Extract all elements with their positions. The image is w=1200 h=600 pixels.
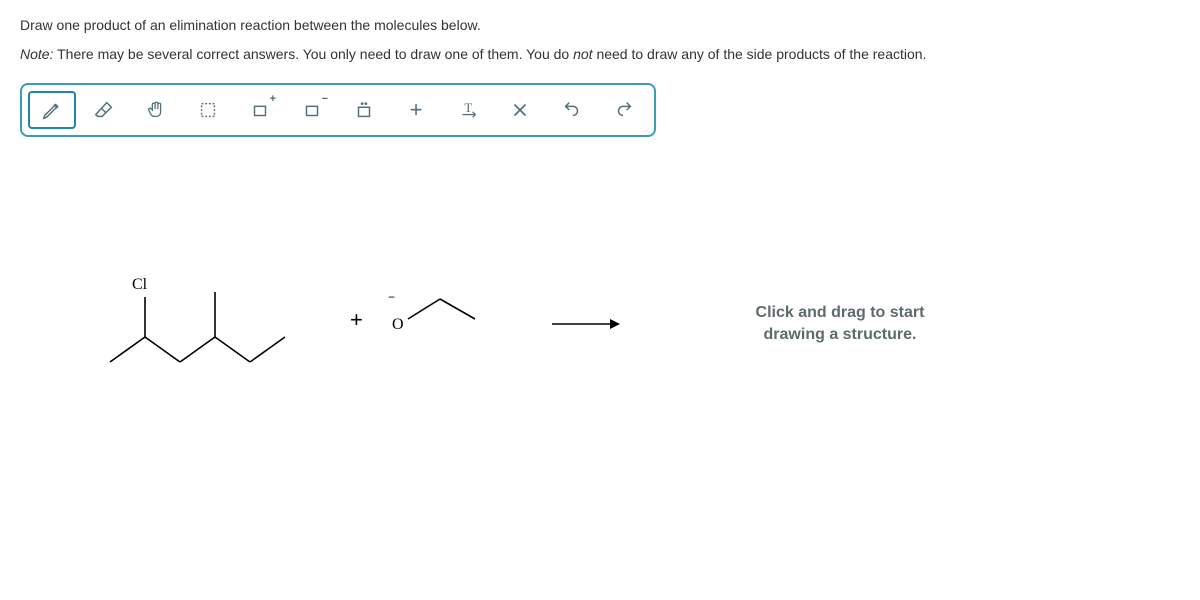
plus-icon: +	[410, 97, 423, 123]
text-arrow-icon: T	[457, 99, 479, 121]
lone-pair-icon	[353, 99, 375, 121]
eraser-icon	[93, 99, 115, 121]
question-text: Draw one product of an elimination react…	[20, 15, 1180, 36]
pencil-icon	[41, 99, 63, 121]
note-emphasis: not	[573, 46, 592, 62]
svg-text:O: O	[392, 316, 404, 333]
lone-pair-tool[interactable]	[340, 91, 388, 129]
x-icon	[509, 99, 531, 121]
negative-charge-tool[interactable]: −	[288, 91, 336, 129]
hand-icon	[145, 99, 167, 121]
svg-text:Cl: Cl	[132, 276, 148, 293]
redo-tool[interactable]	[600, 91, 648, 129]
drawing-canvas[interactable]: Cl − O + Click and drag to start drawin	[60, 167, 1180, 447]
box-icon	[249, 99, 271, 121]
hint-line-2: drawing a structure.	[710, 324, 970, 346]
redo-icon	[613, 99, 635, 121]
text-tool[interactable]: T	[444, 91, 492, 129]
clear-tool[interactable]	[496, 91, 544, 129]
toolbar: + − + T	[20, 83, 656, 137]
svg-text:T: T	[464, 101, 472, 115]
undo-icon	[561, 99, 583, 121]
note-body-2: need to draw any of the side products of…	[593, 46, 927, 62]
reaction-plus: +	[350, 307, 363, 333]
note-label: Note:	[20, 46, 53, 62]
plus-charge-label: +	[270, 93, 276, 105]
selection-tool[interactable]	[184, 91, 232, 129]
undo-tool[interactable]	[548, 91, 596, 129]
positive-charge-tool[interactable]: +	[236, 91, 284, 129]
reaction-arrow	[550, 315, 620, 333]
note-body-1: There may be several correct answers. Yo…	[53, 46, 573, 62]
eraser-tool[interactable]	[80, 91, 128, 129]
box-icon	[301, 99, 323, 121]
hand-tool[interactable]	[132, 91, 180, 129]
pencil-tool[interactable]	[28, 91, 76, 129]
reactant-molecules: Cl − O	[90, 267, 510, 377]
selection-icon	[197, 99, 219, 121]
svg-text:−: −	[388, 290, 395, 304]
note-text: Note: There may be several correct answe…	[20, 44, 1180, 65]
plus-tool[interactable]: +	[392, 91, 440, 129]
canvas-hint: Click and drag to start drawing a struct…	[710, 302, 970, 347]
minus-charge-label: −	[322, 93, 328, 105]
hint-line-1: Click and drag to start	[710, 302, 970, 324]
molecule-structure: Cl − O	[90, 267, 510, 377]
